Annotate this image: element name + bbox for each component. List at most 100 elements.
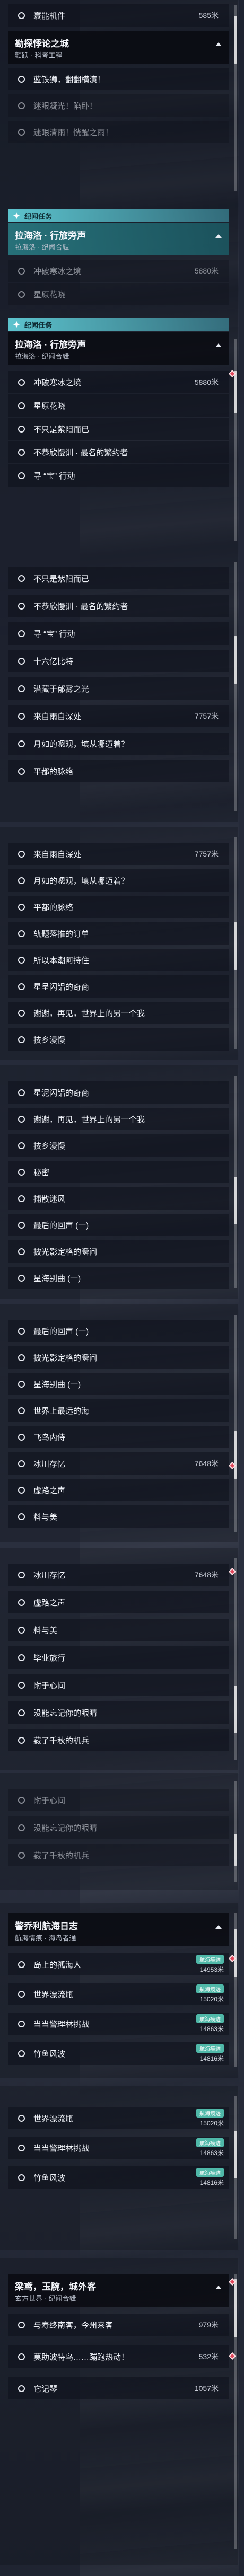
list-item[interactable]: 当当警理林挑战 航海痕迹 14863米 xyxy=(8,2013,229,2035)
list-item[interactable]: 藏了千秋的机兵 xyxy=(8,1729,229,1751)
list-item[interactable]: 冰川存忆 7648米 xyxy=(8,1452,229,1475)
list-item[interactable]: 技乡漫慢 xyxy=(8,1028,229,1051)
list-item[interactable]: 冲破寒冰之境 5880米 xyxy=(8,260,229,282)
quest-log-scroll[interactable]: 寰能机件 585米勘探悸论之城 颤跃 · 科考工程蓝铁狮，翻翻横演！ 迷眼凝光！陷卧！… xyxy=(0,0,244,2576)
scrollbar-thumb[interactable] xyxy=(234,371,237,413)
radio-icon xyxy=(18,378,25,386)
list-item[interactable]: 星原花晓 xyxy=(8,283,229,305)
caret-up-icon[interactable] xyxy=(215,2286,222,2289)
list-item[interactable]: 藏了千秋的机兵 xyxy=(8,1844,229,1866)
list-item[interactable]: 料与美 xyxy=(8,1505,229,1528)
list-item[interactable]: 虚路之声 xyxy=(8,1479,229,1501)
list-item[interactable]: 月如的嗯观，填从哪迈着？ xyxy=(8,733,229,755)
list-item[interactable]: 料与美 xyxy=(8,1619,229,1641)
scrollbar-track[interactable] xyxy=(234,1781,237,1882)
list-item[interactable]: 潜藏于郁雾之光 xyxy=(8,677,229,700)
list-item[interactable]: 附于心间 xyxy=(8,1674,229,1696)
list-item[interactable]: 不只是紫阳而已 xyxy=(8,418,229,440)
scrollbar-thumb[interactable] xyxy=(234,1177,237,1224)
list-item[interactable]: 披光影定格的瞬间 xyxy=(8,1346,229,1369)
list-item[interactable]: 来自雨自深处 7757米 xyxy=(8,705,229,727)
list-item[interactable]: 寰能机件 585米 xyxy=(8,4,229,27)
list-item[interactable]: 平都的脉络 xyxy=(8,896,229,918)
list-item[interactable]: 所以本潮阿持住 xyxy=(8,949,229,971)
quest-title: 梁鸢，玉腕，城外客 xyxy=(15,2282,96,2292)
list-item[interactable]: 没能忘记你的眼睛 xyxy=(8,1701,229,1724)
caret-up-icon[interactable] xyxy=(215,343,222,347)
quest-header[interactable]: 梁鸢，玉腕，城外客 玄方世界 · 纪闻合辑 xyxy=(8,2274,229,2307)
quest-title: 拉海洛 · 行旅旁声 xyxy=(15,340,86,350)
list-item[interactable]: 平都的脉络 xyxy=(8,760,229,782)
list-item[interactable]: 星原花晓 xyxy=(8,394,229,417)
scrollbar-thumb[interactable] xyxy=(234,1431,237,1479)
list-item[interactable]: 虚路之声 xyxy=(8,1591,229,1613)
list-item[interactable]: 世界漂流瓶 航海痕迹 15020米 xyxy=(8,2107,229,2129)
scrollbar-thumb[interactable] xyxy=(234,2279,237,2337)
list-item[interactable]: 披光影定格的瞬间 xyxy=(8,1240,229,1263)
scrollbar-track[interactable] xyxy=(234,562,237,811)
list-item[interactable]: 竹鱼风波 航海痕迹 14816米 xyxy=(8,2042,229,2065)
list-item[interactable]: 星海别曲 (一) xyxy=(8,1373,229,1395)
list-item[interactable]: 不只是紫阳而已 xyxy=(8,567,229,589)
quest-header[interactable]: 勘探悸论之城 颤跃 · 科考工程 xyxy=(8,31,229,64)
scrollbar-thumb[interactable] xyxy=(234,16,237,64)
list-item[interactable]: 星海别曲 (一) xyxy=(8,1267,229,1289)
tag-label: 纪闻任务 xyxy=(24,321,53,329)
list-item[interactable]: 与寿终南客，今州来客 979米 xyxy=(8,2314,229,2336)
scrollbar-track[interactable] xyxy=(234,1315,237,1532)
list-item[interactable]: 不恭欣慢训 · 最名的繁约者 xyxy=(8,441,229,463)
list-item[interactable]: 蓝铁狮，翻翻横演！ xyxy=(8,68,229,90)
list-item[interactable]: 飞鸟内侍 xyxy=(8,1426,229,1448)
list-item[interactable]: 轨题落推的订单 xyxy=(8,922,229,945)
list-item[interactable]: 最后的回声 (一) xyxy=(8,1320,229,1342)
quest-header[interactable]: 拉海洛 · 行旅旁声 拉海洛 · 纪闻合辑 xyxy=(8,332,229,365)
list-item-label: 最后的回声 (一) xyxy=(33,1221,89,1230)
quest-header[interactable]: 拉海洛 · 行旅旁声 拉海洛 · 纪闻合辑 xyxy=(8,223,229,255)
list-item[interactable]: 迷眼凝光！陷卧！ xyxy=(8,94,229,117)
scrollbar-thumb[interactable] xyxy=(234,636,237,684)
list-item[interactable]: 秘密 xyxy=(8,1161,229,1183)
quest-title: 勘探悸论之城 xyxy=(15,39,69,49)
list-item[interactable]: 世界上最远的海 xyxy=(8,1399,229,1422)
list-item[interactable]: 星泥闪铝的奇商 xyxy=(8,1081,229,1104)
list-item[interactable]: 不恭欣慢训 · 最名的繁约者 xyxy=(8,595,229,617)
list-item[interactable]: 它记琴 1057米 xyxy=(8,2377,229,2399)
list-item[interactable]: 技乡漫慢 xyxy=(8,1134,229,1157)
list-item[interactable]: 当当警理林挑战 航海痕迹 14863米 xyxy=(8,2137,229,2159)
list-item[interactable]: 谢谢，再见，世界上的另一个我 xyxy=(8,1002,229,1024)
list-item-label: 所以本潮阿持住 xyxy=(33,956,90,965)
list-item[interactable]: 迷眼清雨！恍醒之雨！ xyxy=(8,121,229,143)
list-item[interactable]: 世界漂流瓶 航海痕迹 15020米 xyxy=(8,1983,229,2005)
caret-up-icon[interactable] xyxy=(215,234,222,238)
scrollbar-thumb[interactable] xyxy=(234,1929,237,1977)
caret-up-icon[interactable] xyxy=(215,1925,222,1929)
list-item[interactable]: 毕业旅行 xyxy=(8,1646,229,1669)
list-item[interactable]: 寻 “宝” 行动 xyxy=(8,622,229,645)
list-item[interactable]: 冰川存忆 7648米 xyxy=(8,1564,229,1586)
scrollbar-thumb[interactable] xyxy=(234,2131,237,2178)
list-item[interactable]: 十六亿比特 xyxy=(8,650,229,672)
list-item-label: 秘密 xyxy=(33,1168,50,1177)
caret-up-icon[interactable] xyxy=(215,42,222,46)
scrollbar-thumb[interactable] xyxy=(234,922,237,970)
list-item[interactable]: 冲破寒冰之境 5880米 xyxy=(8,371,229,393)
list-item[interactable]: 没能忘记你的眼睛 xyxy=(8,1816,229,1839)
quest-header[interactable]: 警乔利航海日志 航海情痕 · 海岛者通 xyxy=(8,1913,229,1946)
list-item[interactable]: 岛上的孤海人 航海痕迹 14953米 xyxy=(8,1953,229,1975)
list-item[interactable]: 谢谢，再见，世界上的另一个我 xyxy=(8,1108,229,1130)
scrollbar-track[interactable] xyxy=(234,339,237,541)
list-item[interactable]: 寻 “宝” 行动 xyxy=(8,464,229,487)
list-item[interactable]: 莫助波特鸟……蹦跑热动！ 532米 xyxy=(8,2345,229,2368)
scrollbar-thumb[interactable] xyxy=(234,1834,237,1866)
list-item[interactable]: 来自雨自深处 7757米 xyxy=(8,843,229,865)
list-item[interactable]: 附于心间 xyxy=(8,1789,229,1811)
scrollbar-thumb[interactable] xyxy=(234,1686,237,1733)
list-item[interactable]: 捕散迷风 xyxy=(8,1187,229,1210)
list-item-label: 当当警理林挑战 xyxy=(33,2143,90,2153)
list-item[interactable]: 星呈闪铝的奇商 xyxy=(8,975,229,998)
distance-label: 979米 xyxy=(198,2321,219,2329)
list-item[interactable]: 月如的嗯观，填从哪迈着？ xyxy=(8,869,229,892)
list-item[interactable]: 竹鱼风波 航海痕迹 14816米 xyxy=(8,2166,229,2189)
list-item[interactable]: 最后的回声 (一) xyxy=(8,1214,229,1236)
radio-icon xyxy=(18,657,25,665)
